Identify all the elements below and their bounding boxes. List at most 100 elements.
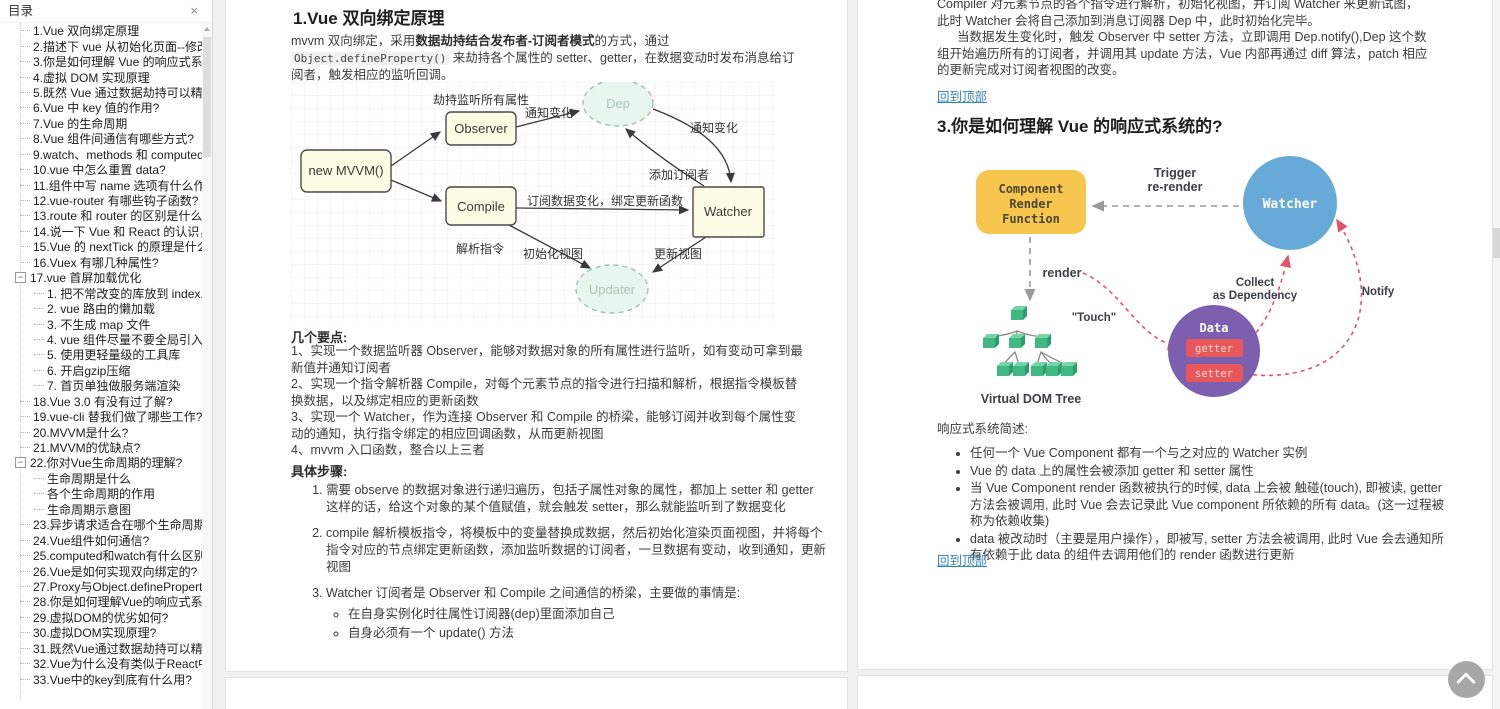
toc-item-label: 各个生命周期的作用	[47, 487, 156, 502]
toc-item-label: 9.watch、methods 和 computed 的	[33, 147, 202, 162]
toc-item[interactable]: 10.vue 中怎么重置 data?	[0, 162, 202, 177]
toc-item[interactable]: 20.MVVM是什么?	[0, 424, 202, 440]
toc-item[interactable]: 7. 首页单独做服务端渲染	[0, 378, 202, 393]
node-watcher: Watcher	[1263, 197, 1318, 212]
toc-item-label: 2.描述下 vue 从初始化页面--修改数据	[33, 39, 202, 54]
question-1-title: 1.Vue 双向绑定原理	[293, 9, 445, 28]
label-init-view: 初始化视图	[523, 246, 583, 261]
toc-item-label: 25.computed和watch有什么区别?	[33, 549, 202, 564]
toc-item[interactable]: 2.描述下 vue 从初始化页面--修改数据	[0, 38, 202, 54]
point-line: 4、mvvm 入口函数，整合以上三者	[291, 443, 485, 457]
node-observer: Observer	[454, 121, 508, 136]
toc-item[interactable]: 24.Vue组件如何通信?	[0, 532, 202, 548]
label-render: render	[1043, 266, 1082, 280]
toc-item[interactable]: 8.Vue 组件间通信有哪些方式?	[0, 131, 202, 146]
toc-item-label: 12.vue-router 有哪些钩子函数?	[33, 194, 199, 209]
toc-item-label: 11.组件中写 name 选项有什么作用?	[33, 178, 202, 193]
toc-item[interactable]: 17.vue 首屏加载优化	[0, 270, 202, 285]
toc-item[interactable]: 18.Vue 3.0 有没有过了解?	[0, 394, 202, 409]
toc-item[interactable]: 16.Vuex 有哪几种属性?	[0, 255, 202, 270]
toc-item-label: 31.既然Vue通过数据劫持可以精准探	[33, 641, 202, 656]
toc-item[interactable]: 3.你是如何理解 Vue 的响应式系统的?	[0, 54, 202, 69]
toc-item[interactable]: 4.虚拟 DOM 实现原理	[0, 69, 202, 85]
toc-item[interactable]: 1. 把不常改变的库放到 index.htm	[0, 285, 202, 301]
node-component-render-3: Function	[1002, 212, 1060, 226]
tree-glyph-icon	[20, 200, 30, 202]
summary-bullet: 任何一个 Vue Component 都有一个与之对应的 Watcher 实例	[970, 445, 1450, 462]
tree-glyph-icon	[34, 338, 44, 340]
label-trigger-2: re-render	[1148, 180, 1203, 194]
points-list: 1、实现一个数据监听器 Observer，能够对数据对象的所有属性进行监听，如有…	[291, 343, 803, 459]
step-sub-item: 自身必须有一个 update() 方法	[348, 625, 826, 642]
toc-item-label: 6.Vue 中 key 值的作用?	[33, 101, 160, 116]
tree-glyph-icon	[20, 122, 30, 124]
toc-item[interactable]: 15.Vue 的 nextTick 的原理是什么?	[0, 239, 202, 254]
document-page-2: Compiler 对元素节点的各个指令进行解析，初始化视图，并订阅 Watche…	[857, 0, 1493, 670]
summary-bullet: data 被改动时（主要是用户操作），即被写, setter 方法会被调用, 此…	[970, 531, 1450, 564]
toc-item[interactable]: 19.vue-cli 替我们做了哪些工作?	[0, 409, 202, 424]
toc-item[interactable]: 7.Vue 的生命周期	[0, 116, 202, 131]
label-touch: "Touch"	[1072, 312, 1117, 324]
toc-sidebar: 目录 × 1.Vue 双向绑定原理 2.描述下 vue 从初始化页面--修改数据…	[0, 0, 213, 709]
tree-glyph-icon	[20, 400, 30, 402]
toc-item-label: 21.MVVM的优缺点?	[33, 441, 141, 456]
main-scroll-thumb[interactable]	[1493, 228, 1500, 258]
toc-item[interactable]: 12.vue-router 有哪些钩子函数?	[0, 193, 202, 208]
toc-item[interactable]: 23.异步请求适合在哪个生命周期调用?	[0, 517, 202, 532]
toc-item[interactable]: 29.虚拟DOM的优劣如何?	[0, 610, 202, 625]
toc-item[interactable]: 2. vue 路由的懒加载	[0, 301, 202, 316]
toc-item[interactable]: 33.Vue中的key到底有什么用?	[0, 671, 202, 687]
toc-item[interactable]: 4. vue 组件尽量不要全局引入	[0, 332, 202, 347]
toc-item[interactable]: 生命周期示意图	[0, 502, 202, 517]
tree-glyph-icon	[20, 215, 30, 217]
toc-item-label: 13.route 和 router 的区别是什么?	[33, 209, 202, 224]
toc-item[interactable]: 25.computed和watch有什么区别?	[0, 548, 202, 563]
toc-item[interactable]: 5.既然 Vue 通过数据劫持可以精准探	[0, 85, 202, 100]
tree-glyph-icon	[20, 169, 30, 171]
node-watcher: Watcher	[704, 204, 753, 219]
toc-item[interactable]: 11.组件中写 name 选项有什么作用?	[0, 177, 202, 193]
toc-item[interactable]: 6.Vue 中 key 值的作用?	[0, 100, 202, 115]
back-to-top-button[interactable]	[1448, 661, 1485, 698]
sidebar-scrollbar[interactable]	[202, 23, 212, 709]
toc-item[interactable]: 32.Vue为什么没有类似于React中sho	[0, 656, 202, 671]
node-component-render-1: Component	[998, 182, 1063, 196]
back-to-top-link[interactable]: 回到顶部	[937, 86, 987, 105]
toc-title: 目录	[8, 4, 34, 18]
toc-item[interactable]: 14.说一下 Vue 和 React 的认识，做-	[0, 224, 202, 239]
toc-item-label: 生命周期示意图	[47, 502, 132, 517]
node-compile: Compile	[457, 199, 505, 214]
toc-item[interactable]: 生命周期是什么	[0, 471, 202, 486]
back-to-top-link[interactable]: 回到顶部	[937, 550, 987, 569]
close-icon[interactable]: ×	[190, 0, 198, 22]
toc-item-label: 27.Proxy与Object.defineProperty的	[33, 579, 202, 594]
toc-item[interactable]: 30.虚拟DOM实现原理?	[0, 625, 202, 640]
toc-item[interactable]: 各个生命周期的作用	[0, 486, 202, 501]
toc-item-label: 24.Vue组件如何通信?	[33, 533, 150, 548]
toc-item[interactable]: 5. 使用更轻量级的工具库	[0, 347, 202, 362]
toc-item[interactable]: 13.route 和 router 的区别是什么?	[0, 208, 202, 223]
label-parse: 解析指令	[456, 241, 504, 256]
toc-item[interactable]: 27.Proxy与Object.defineProperty的	[0, 579, 202, 594]
toc-item[interactable]: 1.Vue 双向绑定原理	[0, 23, 202, 38]
toc-item[interactable]: 9.watch、methods 和 computed 的	[0, 147, 202, 162]
sidebar-scroll-thumb[interactable]	[203, 37, 211, 157]
label-virtual-dom-tree: Virtual DOM Tree	[981, 392, 1082, 406]
toc-item[interactable]: 3. 不生成 map 文件	[0, 316, 202, 332]
toc-item-label: 7.Vue 的生命周期	[33, 116, 128, 131]
toc-item[interactable]: 22.你对Vue生命周期的理解?	[0, 455, 202, 470]
tree-glyph-icon	[20, 30, 30, 32]
toc-item[interactable]: 21.MVVM的优缺点?	[0, 440, 202, 455]
toc-item[interactable]: 26.Vue是如何实现双向绑定的?	[0, 563, 202, 579]
toc-item[interactable]: 31.既然Vue通过数据劫持可以精准探	[0, 641, 202, 656]
intro-bold: 数据劫持结合发布者-订阅者模式	[415, 34, 595, 48]
toc-item-label: 17.vue 首屏加载优化	[30, 271, 142, 286]
tree-glyph-icon	[20, 678, 30, 680]
label-notify-1: 通知变化	[525, 105, 573, 120]
toc-item[interactable]: 6. 开启gzip压缩	[0, 363, 202, 378]
tree-glyph-icon	[34, 493, 44, 495]
toc-item[interactable]: 28.你是如何理解Vue的响应式系统的?	[0, 594, 202, 609]
scroll-up-icon[interactable]	[204, 27, 210, 31]
tree-glyph-icon	[15, 457, 26, 469]
main-scrollbar[interactable]	[1493, 0, 1500, 709]
